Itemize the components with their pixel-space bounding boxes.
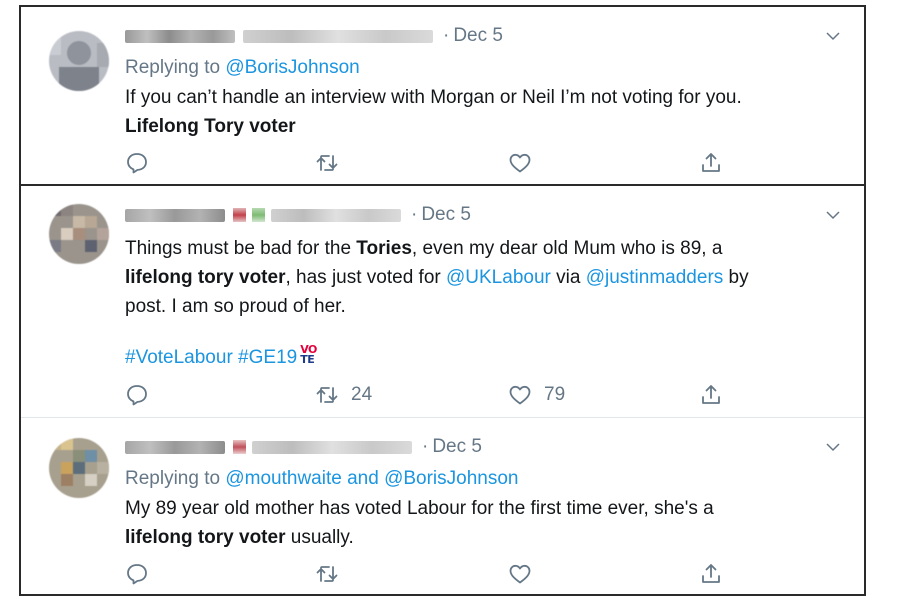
vote-emoji-bottom: TE [300,352,315,366]
separator-dot: · [422,436,429,457]
tweet-actions [125,561,784,587]
tweet-2[interactable]: · Dec 5 Things must be bad for the Torie… [21,186,864,418]
tweet-text-segment: , even my dear old Mum who is 89, a [411,238,723,259]
replying-label: Replying to [125,468,221,489]
reply-button[interactable] [125,150,149,176]
share-button[interactable] [699,382,723,408]
tweet-date[interactable]: Dec 5 [453,25,503,47]
tweet-3[interactable]: · Dec 5 Replying to @mouthwaite and @Bor… [21,418,864,596]
tweet-text-segment: , has just voted for [285,267,446,288]
blurred-display-name[interactable] [125,208,225,222]
blurred-display-name[interactable] [125,29,235,43]
share-button[interactable] [699,561,723,587]
retweet-button[interactable] [315,150,351,176]
tweet-text-segment: via [550,267,586,288]
reply-icon [127,564,147,585]
tweet-text-bold: Tories [356,238,412,259]
tweet-text-line: If you can’t handle an interview with Mo… [125,87,742,108]
avatar[interactable] [49,438,109,498]
tweet-header: · Dec 5 [125,25,503,47]
avatar[interactable] [49,204,109,264]
replying-label: Replying to [125,57,221,78]
tweet-text-bold: Lifelong Tory voter [125,116,296,137]
tweet-header: · Dec 5 [125,204,471,226]
tweet-text-segment: usually. [285,527,354,548]
blurred-handle[interactable] [271,208,401,222]
share-button[interactable] [699,150,723,176]
tweet-thread: · Dec 5 Replying to @BorisJohnson If you… [19,5,866,596]
replying-to-line: Replying to @BorisJohnson [125,57,360,79]
reply-button[interactable] [125,561,149,587]
vote-emoji: VO TE [300,344,322,366]
separator-dot: · [411,204,418,225]
retweet-button[interactable]: 24 [315,382,372,408]
heart-icon [509,385,531,405]
tweet-date[interactable]: Dec 5 [421,204,471,226]
mention-link[interactable]: @BorisJohnson [384,468,518,489]
reply-button[interactable] [125,382,149,408]
flag-emoji [252,208,265,222]
tweet-text-segment: by [723,267,749,288]
blurred-display-name[interactable] [125,440,225,454]
flag-emoji [233,208,246,222]
tweet-text-line: post. I am so proud of her. [125,296,346,317]
mention-link[interactable]: @UKLabour [446,267,551,288]
like-count: 79 [544,384,566,405]
blurred-handle[interactable] [243,29,433,43]
share-icon [702,153,720,172]
heart-icon [509,564,531,584]
like-button[interactable] [508,150,544,176]
tweet-text: If you can’t handle an interview with Mo… [125,83,844,141]
replying-to-line: Replying to @mouthwaite and @BorisJohnso… [125,468,518,490]
chevron-down-icon[interactable] [824,438,842,456]
mention-link[interactable]: @justinmadders [586,267,724,288]
chevron-down-icon[interactable] [824,27,842,45]
retweet-icon [316,155,338,171]
tweet-text: Things must be bad for the Tories, even … [125,234,844,372]
heart-icon [509,153,531,173]
tweet-text-bold: lifelong tory voter [125,527,286,548]
retweet-icon [316,566,338,582]
hashtag-link[interactable]: #VoteLabour [125,347,233,368]
like-button[interactable]: 79 [508,382,565,408]
tweet-actions: 24 79 [125,382,784,408]
replying-and[interactable]: and [347,468,379,489]
avatar[interactable] [49,31,109,91]
tweet-text-line: My 89 year old mother has voted Labour f… [125,498,714,519]
like-button[interactable] [508,561,544,587]
retweet-count: 24 [351,384,373,405]
chevron-down-icon[interactable] [824,206,842,224]
mention-link[interactable]: @mouthwaite [225,468,341,489]
hashtag-link[interactable]: #GE19 [238,347,297,368]
separator-dot: · [443,25,450,46]
tweet-text-bold: lifelong tory voter [125,267,286,288]
retweet-button[interactable] [315,561,351,587]
share-icon [702,385,720,404]
tweet-actions [125,150,784,176]
share-icon [702,564,720,583]
tweet-header: · Dec 5 [125,436,482,458]
tweet-date[interactable]: Dec 5 [432,436,482,458]
reply-icon [127,385,147,406]
reply-icon [127,153,147,174]
tweet-text: My 89 year old mother has voted Labour f… [125,494,844,552]
mention-link[interactable]: @BorisJohnson [225,57,359,78]
flag-emoji [233,440,246,454]
blurred-handle[interactable] [252,440,412,454]
tweet-1[interactable]: · Dec 5 Replying to @BorisJohnson If you… [21,7,864,184]
tweet-text-segment: Things must be bad for the [125,238,357,259]
retweet-icon [316,387,338,403]
